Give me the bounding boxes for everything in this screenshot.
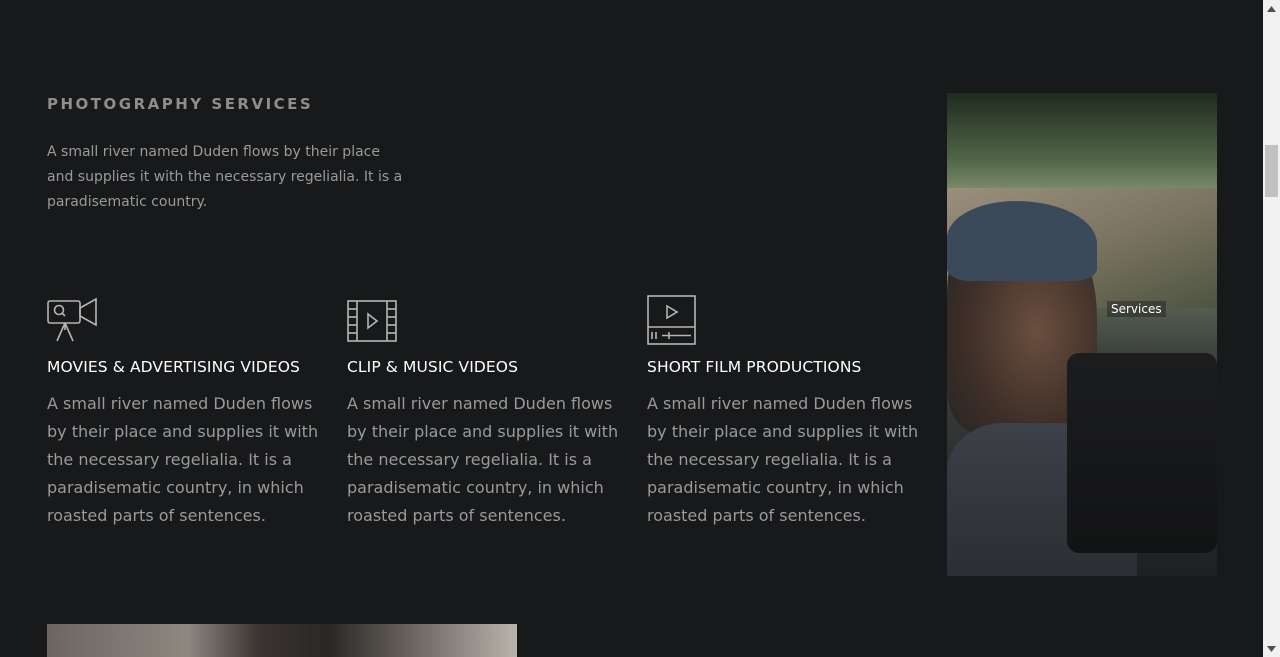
page: PHOTOGRAPHY SERVICES A small river named…: [0, 0, 1263, 657]
photo-background: [947, 93, 1217, 203]
service-title: CLIP & MUSIC VIDEOS: [347, 358, 519, 376]
movie-camera-icon: [47, 297, 97, 342]
secondary-photo: [47, 624, 517, 657]
service-card-movies: MOVIES & ADVERTISING VIDEOS A small rive…: [47, 294, 327, 530]
vertical-scrollbar[interactable]: [1263, 0, 1280, 657]
service-description: A small river named Duden flows by their…: [647, 394, 919, 525]
scrollbar-thumb[interactable]: [1265, 145, 1278, 197]
service-title: MOVIES & ADVERTISING VIDEOS: [47, 358, 300, 376]
cameraman-photo: Services: [947, 93, 1217, 576]
photo-label[interactable]: Services: [1107, 301, 1166, 317]
video-player-icon: [647, 295, 696, 345]
photo-camera: [1067, 353, 1217, 553]
service-title: SHORT FILM PRODUCTIONS: [647, 358, 862, 376]
scroll-up-icon[interactable]: [1263, 0, 1280, 17]
service-card-clips: CLIP & MUSIC VIDEOS A small river named …: [347, 294, 627, 530]
section-intro: A small river named Duden flows by their…: [47, 144, 403, 210]
service-card-short-film: SHORT FILM PRODUCTIONS A small river nam…: [647, 294, 927, 530]
section-title: PHOTOGRAPHY SERVICES: [47, 95, 314, 113]
service-description: A small river named Duden flows by their…: [347, 394, 619, 525]
film-strip-icon: [347, 300, 397, 342]
scroll-down-icon[interactable]: [1263, 640, 1280, 657]
service-description: A small river named Duden flows by their…: [47, 394, 319, 525]
